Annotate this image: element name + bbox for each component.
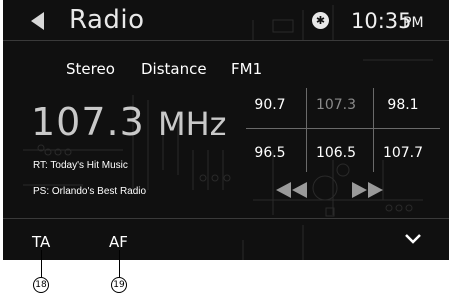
callout-number: 19 [111, 277, 127, 293]
back-button[interactable] [31, 12, 44, 30]
preset-button-5[interactable]: 106.5 [306, 135, 366, 171]
rds-radio-text: RT: Today's Hit Music [33, 160, 128, 171]
preset-grid-divider [306, 88, 307, 172]
bluetooth-icon: ✱ [312, 12, 329, 29]
preset-button-6[interactable]: 107.7 [373, 135, 433, 171]
distance-indicator: Distance [141, 60, 207, 78]
frequency-value: 107.3 [31, 100, 145, 144]
header-divider [3, 40, 449, 41]
preset-grid-divider [246, 128, 440, 129]
seek-forward-icon[interactable] [349, 181, 385, 199]
preset-grid-divider [373, 88, 374, 172]
preset-button-4[interactable]: 96.5 [240, 135, 300, 171]
clock-am-pm: PM [403, 15, 424, 31]
preset-button-2[interactable]: 107.3 [306, 87, 366, 123]
preset-button-3[interactable]: 98.1 [373, 87, 433, 123]
band-indicator: FM1 [231, 60, 263, 78]
seek-back-icon[interactable] [274, 181, 310, 199]
radio-screen: Radio ✱ 10:35 PM Stereo Distance FM1 107… [3, 0, 449, 260]
callout-number: 18 [33, 277, 49, 293]
af-button[interactable]: AF [109, 233, 128, 251]
stereo-indicator: Stereo [66, 60, 115, 78]
callout-line [119, 250, 120, 277]
chevron-down-icon[interactable] [403, 232, 423, 246]
preset-button-1[interactable]: 90.7 [240, 87, 300, 123]
page-title: Radio [69, 5, 145, 35]
rds-program-service: PS: Orlando's Best Radio [33, 186, 147, 197]
frequency-unit: MHz [158, 105, 227, 143]
callout-line [41, 250, 42, 277]
ta-button[interactable]: TA [32, 233, 50, 251]
footer-divider [3, 218, 449, 219]
